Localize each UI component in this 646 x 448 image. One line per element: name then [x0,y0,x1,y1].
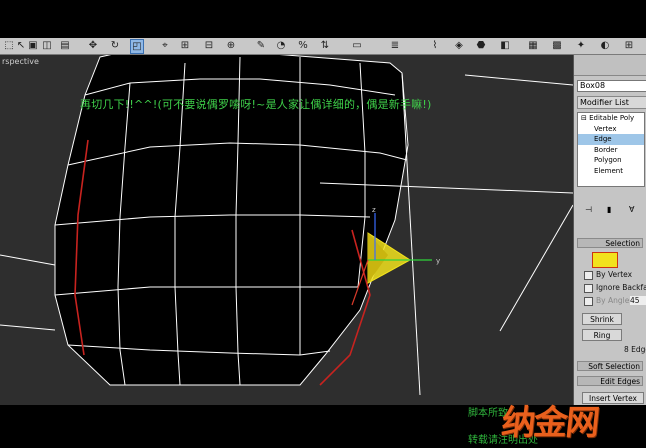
modify-tab-icon[interactable]: ◐ [600,39,610,52]
by-vertex-checkbox[interactable] [584,271,593,280]
show-result-icon[interactable]: ▮ [607,205,611,214]
modifier-stack[interactable]: ⊟ Editable Poly Vertex Edge Border Polyg… [577,112,645,187]
quick-render-icon[interactable]: ▩ [552,39,562,52]
soft-selection-rollout[interactable]: Soft Selection [577,361,643,371]
object-name-field[interactable]: Box08 [577,80,646,92]
ring-button[interactable]: Ring [582,329,622,341]
gizmo-y-label: y [436,257,440,265]
main-toolbar: ⬚ ↖ ▣ ◫ ▤ ✥ ↻ ◰ ⌖ ⊞ ⊟ ⊕ ✎ ◔ % ⇅ ▭ ≣ ⌇ ◈ … [0,38,646,55]
pin-stack-icon[interactable]: ⊣ [585,205,592,214]
select-arrow-icon[interactable]: ↖ [16,39,26,52]
command-panel-tabs [574,55,646,76]
scale-icon[interactable]: ◰ [130,39,144,54]
stack-item-border[interactable]: Border [578,145,644,156]
curve-editor-icon[interactable]: ⌇ [430,39,440,52]
render-setup-icon[interactable]: ◧ [500,39,510,52]
move-icon[interactable]: ✥ [88,39,98,52]
by-angle-value[interactable]: 45 [630,296,646,305]
hierarchy-tab-icon[interactable]: ⊞ [624,39,634,52]
align-icon[interactable]: ⊕ [226,39,236,52]
layer-icon[interactable]: ≣ [390,39,400,52]
angle-snap-icon[interactable]: ◔ [276,39,286,52]
schematic-icon[interactable]: ◈ [454,39,464,52]
render-frame-icon[interactable]: ▦ [528,39,538,52]
selected-count: 8 Edges [624,345,646,354]
by-vertex-label: By Vertex [596,270,633,279]
site-logo: 纳金网 [499,403,600,443]
edge-mode-icon[interactable] [592,252,618,268]
percent-snap-icon[interactable]: % [298,39,308,52]
select-region-icon[interactable]: ▣ [28,39,38,52]
top-black-band [0,0,646,38]
gizmo-z-label: z [372,206,376,214]
stack-item-edge[interactable]: Edge [578,134,644,145]
rotate-icon[interactable]: ↻ [110,39,120,52]
edit-edges-rollout[interactable]: Edit Edges [577,376,643,386]
stack-item-element[interactable]: Element [578,166,644,177]
stack-tools-row: ⊣ ▮ ∀ [577,205,643,217]
ignore-backfacing-checkbox[interactable] [584,284,593,293]
stack-item-editable-poly[interactable]: ⊟ Editable Poly [578,113,644,124]
named-selection-icon[interactable]: ▭ [352,39,362,52]
reference-coord-icon[interactable]: ⌖ [160,39,170,52]
material-editor-icon[interactable]: ⬣ [476,39,486,52]
stack-item-polygon[interactable]: Polygon [578,155,644,166]
spinner-snap-icon[interactable]: ⇅ [320,39,330,52]
select-icon[interactable]: ⬚ [4,39,14,52]
make-unique-icon[interactable]: ∀ [629,205,634,214]
snap-icon[interactable]: ✎ [256,39,266,52]
tutorial-caption: 再切几下!!^^!(可不要说偶罗嗦呀!~是人家让偶详细的，偶是新手嘛!) [80,98,432,111]
pivot-icon[interactable]: ⊞ [180,39,190,52]
app-window: ⬚ ↖ ▣ ◫ ▤ ✥ ↻ ◰ ⌖ ⊞ ⊟ ⊕ ✎ ◔ % ⇅ ▭ ≣ ⌇ ◈ … [0,0,646,448]
mirror-icon[interactable]: ⊟ [204,39,214,52]
selection-rollout[interactable]: Selection [577,238,643,248]
command-panel: Box08 Modifier List ⊟ Editable Poly Vert… [574,55,646,405]
shrink-button[interactable]: Shrink [582,313,622,325]
select-name-icon[interactable]: ▤ [60,39,70,52]
stack-item-vertex[interactable]: Vertex [578,124,644,135]
ignore-backfacing-label: Ignore Backfacing [596,283,646,292]
window-crossing-icon[interactable]: ◫ [42,39,52,52]
modifier-list-dropdown[interactable]: Modifier List [577,96,646,109]
create-tab-icon[interactable]: ✦ [576,39,586,52]
by-angle-checkbox[interactable] [584,297,593,306]
